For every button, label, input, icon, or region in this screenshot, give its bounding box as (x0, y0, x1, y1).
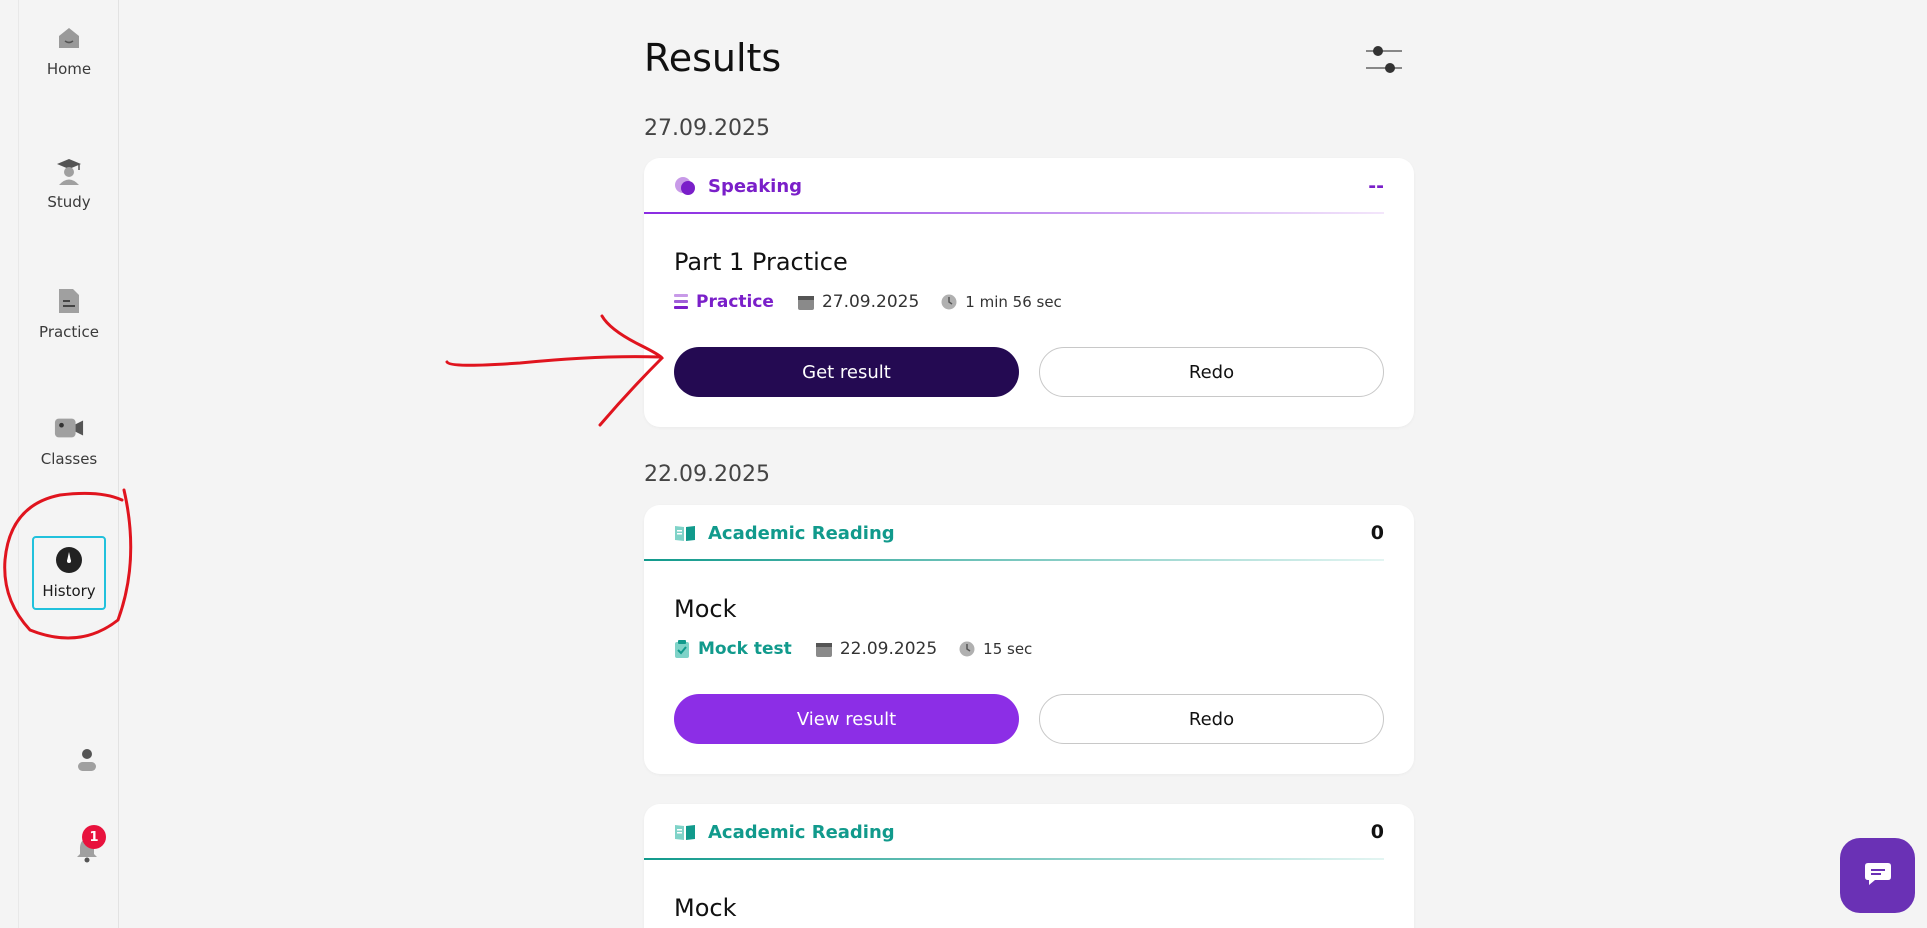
bell-icon: 1 (76, 825, 106, 863)
chat-icon (1863, 861, 1893, 891)
card-type-label: Academic Reading (708, 821, 895, 843)
date-heading: 22.09.2025 (644, 462, 770, 487)
card-tag: Practice (696, 292, 774, 312)
card-date: 27.09.2025 (821, 292, 920, 312)
filter-button[interactable] (1362, 40, 1406, 80)
card-header: Academic Reading 0 (644, 505, 1414, 561)
open-book-icon (674, 821, 696, 843)
profile-button[interactable] (70, 745, 104, 779)
annotation-arrow-shaft (445, 355, 662, 367)
card-score: 0 (1370, 821, 1384, 843)
card-meta: Mock test 22.09.2025 15 sec (674, 639, 1032, 659)
sidebar-item-label: Practice (39, 323, 99, 341)
redo-button[interactable]: Redo (1039, 347, 1384, 397)
calendar-icon (797, 294, 814, 310)
speech-bubble-icon (674, 175, 696, 197)
sidebar-item-history[interactable]: History (32, 536, 106, 610)
annotation-overlay (3, 314, 664, 640)
card-type-label: Academic Reading (708, 522, 895, 544)
redo-button[interactable]: Redo (1039, 694, 1384, 744)
home-icon (54, 23, 84, 53)
open-book-icon (674, 522, 696, 544)
sidebar-item-classes[interactable]: Classes (29, 402, 109, 476)
card-type-label: Speaking (708, 175, 803, 197)
sidebar-item-label: History (42, 582, 96, 600)
sidebar-item-home[interactable]: Home (29, 12, 109, 86)
card-duration: 1 min 56 sec (965, 293, 1062, 311)
chat-button[interactable] (1840, 838, 1915, 913)
notification-badge: 1 (82, 825, 106, 849)
card-title: Mock (674, 595, 737, 623)
card-score: -- (1368, 175, 1384, 197)
card-tag: Mock test (698, 639, 792, 659)
result-card: Academic Reading 0 Mock (644, 804, 1414, 928)
calendar-icon (815, 641, 832, 657)
clock-icon (54, 545, 84, 575)
date-heading: 27.09.2025 (644, 116, 770, 141)
sidebar-item-study[interactable]: Study (29, 145, 109, 219)
card-header: Speaking -- (644, 158, 1414, 214)
card-header: Academic Reading 0 (644, 804, 1414, 860)
card-title: Part 1 Practice (674, 248, 848, 276)
card-divider (644, 212, 1384, 214)
get-result-button[interactable]: Get result (674, 347, 1019, 397)
clock-icon (941, 294, 957, 310)
page-title: Results (644, 36, 782, 80)
clock-icon (959, 641, 975, 657)
card-date: 22.09.2025 (839, 639, 938, 659)
document-icon (54, 286, 84, 316)
card-duration: 15 sec (983, 640, 1033, 658)
video-camera-icon (54, 413, 84, 443)
sidebar: Home Study Practice Classes History 1 (18, 0, 119, 928)
user-icon (77, 747, 97, 777)
sidebar-item-practice[interactable]: Practice (29, 275, 109, 349)
list-icon (674, 293, 688, 311)
sidebar-item-label: Home (46, 60, 92, 78)
card-title: Mock (674, 894, 737, 922)
sidebar-item-label: Classes (40, 450, 98, 468)
graduation-cap-icon (54, 156, 84, 186)
card-divider (644, 858, 1384, 860)
card-meta: Practice 27.09.2025 1 min 56 sec (674, 292, 1062, 312)
sidebar-item-label: Study (47, 193, 91, 211)
result-card: Speaking -- Part 1 Practice Practice 27.… (644, 158, 1414, 427)
result-card: Academic Reading 0 Mock Mock test 22.09.… (644, 505, 1414, 774)
sliders-icon (1362, 46, 1406, 84)
view-result-button[interactable]: View result (674, 694, 1019, 744)
clipboard-check-icon (674, 640, 690, 658)
notifications-button[interactable]: 1 (70, 825, 106, 867)
card-divider (644, 559, 1384, 561)
card-score: 0 (1370, 522, 1384, 544)
